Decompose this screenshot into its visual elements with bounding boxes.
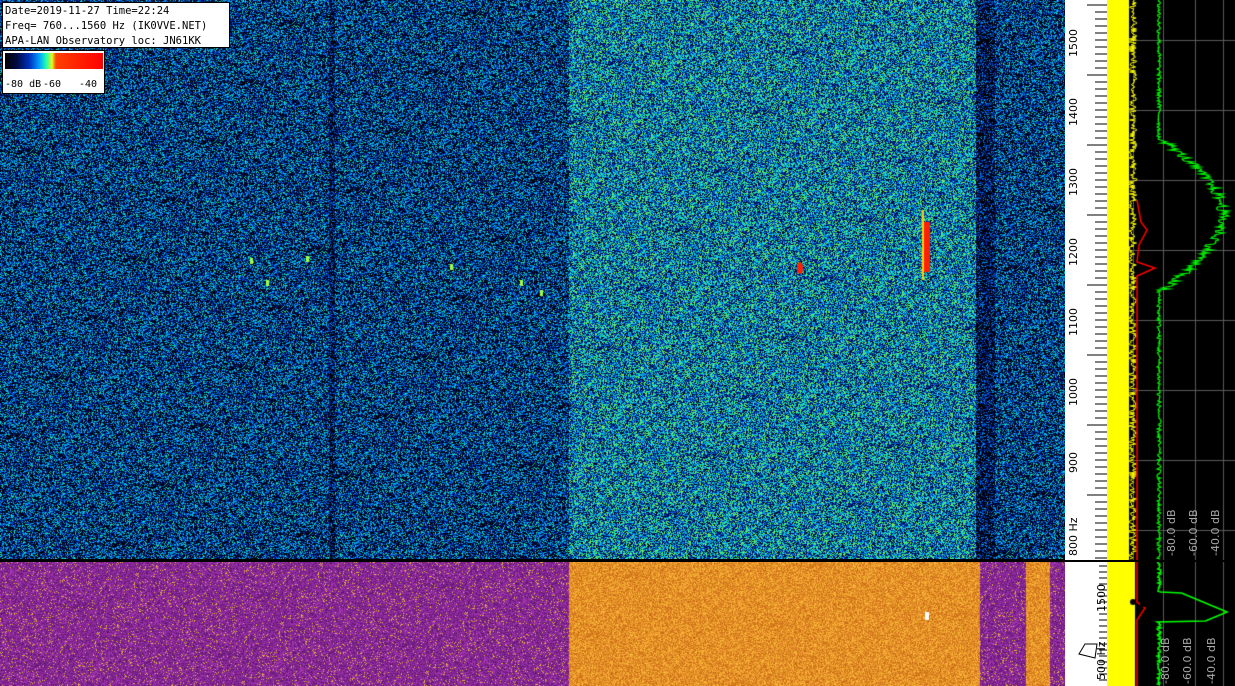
spectrum-traces xyxy=(1107,0,1235,560)
color-scale-legend: -80 dB -60 -40 xyxy=(2,50,105,94)
freq-tick-label-1400: 1400 xyxy=(1067,98,1080,126)
spectrum-label-80: -80.0 dB xyxy=(1165,509,1178,557)
spectrogram-window: Date=2019-11-27 Time=22:24 Freq= 760...15… xyxy=(0,0,1235,686)
spectrum-panel-wide: -80.0 dB -60.0 dB -40.0 dB xyxy=(1107,562,1235,686)
spectrum-wide-label-40: -40.0 dB xyxy=(1205,637,1218,685)
frequency-ticks xyxy=(1087,4,1107,559)
freq-tick-label-800: 800 Hz xyxy=(1067,517,1080,556)
freq-tick-label-900: 900 xyxy=(1067,452,1080,473)
freq-tick-label-1000: 1000 xyxy=(1067,378,1080,406)
scale-low-label: -80 dB xyxy=(5,79,42,90)
freq-tick-label-1300: 1300 xyxy=(1067,168,1080,196)
scale-mid-label: -60 xyxy=(43,79,62,90)
observatory-label: APA-LAN Observatory loc: JN61KK xyxy=(5,35,201,47)
spectrum-panel: -80.0 dB -60.0 dB -40.0 dB xyxy=(1107,0,1235,560)
info-box: Date=2019-11-27 Time=22:24 Freq= 760...15… xyxy=(2,2,230,48)
freq-tick-label-1500: 1500 xyxy=(1067,29,1080,57)
frequency-axis: 1500 1400 1300 1200 1100 1000 900 800 Hz xyxy=(1065,0,1107,560)
date-time-label: Date=2019-11-27 Time=22:24 xyxy=(5,5,170,17)
scale-high-label: -40 xyxy=(79,79,98,90)
spectrum-wide-label-80: -80.0 dB xyxy=(1159,637,1172,685)
spectrum-wide-label-60: -60.0 dB xyxy=(1181,637,1194,685)
spectrum-label-40: -40.0 dB xyxy=(1209,509,1222,557)
spectrum-label-60: -60.0 dB xyxy=(1187,509,1200,557)
freq-tick-label-1200: 1200 xyxy=(1067,238,1080,266)
freq-tick-label-1100: 1100 xyxy=(1067,308,1080,336)
color-scale-bar xyxy=(5,53,103,69)
main-waterfall xyxy=(0,0,1065,560)
wide-waterfall xyxy=(0,562,1065,686)
freq-range-label: Freq= 760...1560 Hz (IK0VVE.NET) xyxy=(5,20,208,32)
panel-divider xyxy=(0,559,1235,562)
frequency-axis-wide: 1500 500 Hz xyxy=(1065,562,1108,686)
